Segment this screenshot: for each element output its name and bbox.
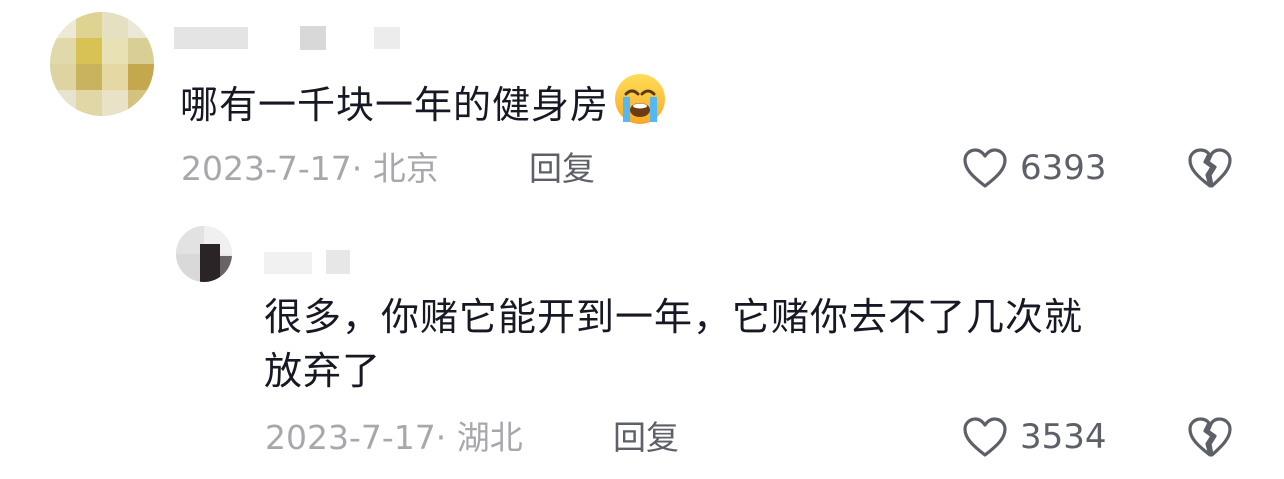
author-name-redacted: [374, 27, 400, 49]
comment-text: 哪有一千块一年的健身房: [180, 83, 610, 127]
comment-1-like-button[interactable]: 6393: [962, 146, 1107, 190]
broken-heart-outline-icon: [1186, 417, 1234, 463]
comment-text-line-1: 很多，你赌它能开到一年，它赌你去不了几次就: [264, 295, 1084, 339]
comment-2-author[interactable]: [264, 250, 354, 274]
comment-1-avatar[interactable]: [50, 12, 154, 116]
loudly-crying-face-icon: [613, 72, 667, 126]
comment-2-like-count: 3534: [1020, 417, 1107, 457]
author-name-redacted: [174, 27, 248, 49]
heart-outline-icon: [962, 147, 1008, 189]
comment-2-text: 很多，你赌它能开到一年，它赌你去不了几次就 放弃了: [264, 290, 1254, 398]
comment-text-line-2: 放弃了: [264, 349, 382, 393]
broken-heart-outline-icon: [1186, 148, 1234, 194]
comment-2-date-location: 2023-7-17· 湖北: [265, 418, 523, 457]
comment-1-text: 哪有一千块一年的健身房: [180, 72, 667, 132]
comment-1-dislike-button[interactable]: [1186, 146, 1234, 190]
comment-1-date-location: 2023-7-17· 北京: [181, 149, 439, 188]
author-name-redacted: [300, 26, 326, 50]
comment-1-author[interactable]: [174, 26, 404, 50]
comment-2-reply-button[interactable]: 回复: [613, 418, 679, 458]
comment-2-avatar[interactable]: [176, 226, 232, 282]
comment-2-like-button[interactable]: 3534: [962, 415, 1107, 459]
comment-1-reply-button[interactable]: 回复: [529, 149, 595, 189]
comment-2-dislike-button[interactable]: [1186, 415, 1234, 459]
author-name-redacted: [326, 250, 350, 274]
author-name-redacted: [264, 252, 312, 274]
comment-1-like-count: 6393: [1020, 148, 1107, 188]
heart-outline-icon: [962, 416, 1008, 458]
